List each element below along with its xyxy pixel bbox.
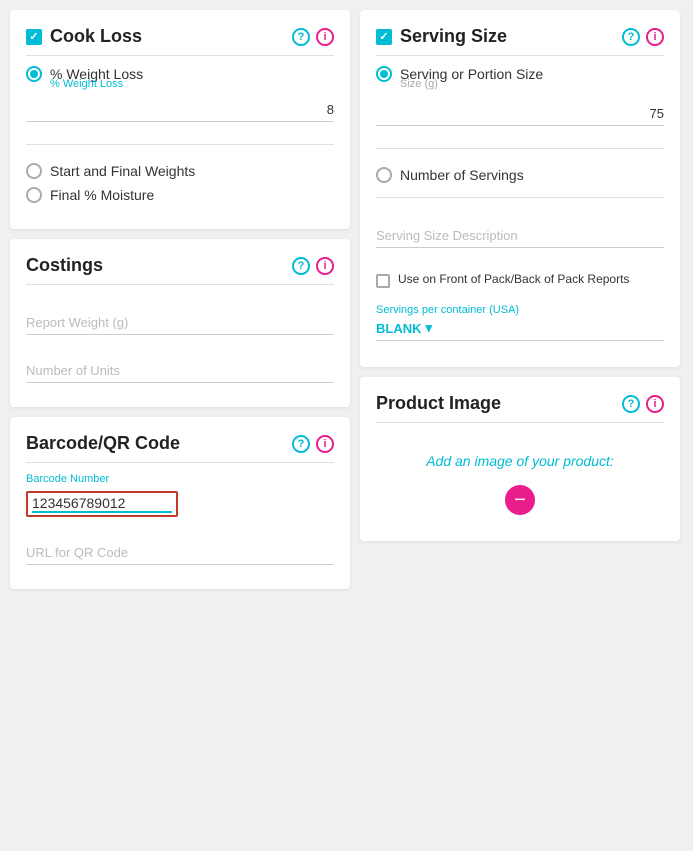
product-image-card: Product Image ? i Add an image of your p… [360,377,680,541]
cook-loss-help-icon[interactable]: ? [292,28,310,46]
barcode-number-label: Barcode Number [26,473,334,485]
product-image-add-text: Add an image of your product: [426,453,614,469]
radio-start-final-label: Start and Final Weights [50,163,195,179]
radio-start-final-outer [26,163,42,179]
radio-serving-portion-inner [380,70,388,78]
costings-title: Costings [26,255,103,276]
radio-start-final[interactable]: Start and Final Weights [26,163,334,179]
barcode-help-icon[interactable]: ? [292,435,310,453]
servings-container-label: Servings per container (USA) [376,304,664,316]
serving-size-icons: ? i [622,28,664,46]
serving-size-info-icon[interactable]: i [646,28,664,46]
serving-size-checkbox[interactable] [376,29,392,45]
chevron-down-icon: ▾ [426,320,433,336]
product-image-header: Product Image ? i [376,393,664,423]
radio-final-moisture[interactable]: Final % Moisture [26,187,334,203]
weight-loss-input[interactable] [26,98,334,122]
serving-size-header: Serving Size ? i [376,26,664,56]
radio-num-servings-outer [376,167,392,183]
front-of-pack-checkbox[interactable] [376,274,390,288]
serving-size-card: Serving Size ? i Serving or Portion Size… [360,10,680,367]
dropdown-underline [376,338,664,341]
front-of-pack-row: Use on Front of Pack/Back of Pack Report… [376,272,664,288]
radio-weight-loss-inner [30,70,38,78]
barcode-number-input[interactable] [32,495,172,513]
radio-num-servings-label: Number of Servings [400,167,524,183]
report-weight-input[interactable] [26,311,334,335]
radio-item-weight-loss: % Weight Loss % Weight Loss [26,66,334,130]
radio-final-moisture-outer [26,187,42,203]
serving-size-title: Serving Size [376,26,507,47]
radio-serving-portion-outer [376,66,392,82]
radio-item-serving-portion: Serving or Portion Size Size (g) [376,66,664,134]
cook-loss-options: % Weight Loss % Weight Loss Start and Fi… [26,66,334,203]
product-image-icons: ? i [622,395,664,413]
radio-weight-loss-sublabel: % Weight Loss [50,78,334,90]
url-qr-input[interactable] [26,541,334,565]
servings-container-section: Servings per container (USA) BLANK ▾ [376,304,664,341]
serving-size-input[interactable] [376,102,664,126]
cook-loss-checkbox[interactable] [26,29,42,45]
cook-loss-title: Cook Loss [26,26,142,47]
radio-num-servings[interactable]: Number of Servings [376,167,664,183]
serving-size-options: Serving or Portion Size Size (g) Number … [376,66,664,341]
barcode-input-wrapper [26,491,178,517]
costings-help-icon[interactable]: ? [292,257,310,275]
product-image-info-icon[interactable]: i [646,395,664,413]
barcode-title: Barcode/QR Code [26,433,180,454]
costings-icons: ? i [292,257,334,275]
costings-card: Costings ? i [10,239,350,407]
barcode-icons: ? i [292,435,334,453]
cook-loss-info-icon[interactable]: i [316,28,334,46]
radio-final-moisture-label: Final % Moisture [50,187,154,203]
product-image-title: Product Image [376,393,501,414]
product-image-emphasis: an image of your product [455,453,610,469]
cook-loss-icons: ? i [292,28,334,46]
costings-header: Costings ? i [26,255,334,285]
blank-dropdown[interactable]: BLANK ▾ [376,320,432,336]
product-image-help-icon[interactable]: ? [622,395,640,413]
product-image-area: Add an image of your product: [376,433,664,525]
serving-size-help-icon[interactable]: ? [622,28,640,46]
blank-dropdown-row: BLANK ▾ [376,320,664,336]
barcode-info-icon[interactable]: i [316,435,334,453]
number-of-units-input[interactable] [26,359,334,383]
remove-image-button[interactable] [505,485,535,515]
cook-loss-header: Cook Loss ? i [26,26,334,56]
front-of-pack-label: Use on Front of Pack/Back of Pack Report… [398,272,629,286]
barcode-number-section: Barcode Number [26,473,334,521]
barcode-card: Barcode/QR Code ? i Barcode Number [10,417,350,589]
barcode-header: Barcode/QR Code ? i [26,433,334,463]
cook-loss-card: Cook Loss ? i % Weight Loss % Weight Los… [10,10,350,229]
blank-label: BLANK [376,321,422,336]
radio-weight-loss-outer [26,66,42,82]
costings-info-icon[interactable]: i [316,257,334,275]
serving-desc-input[interactable] [376,224,664,248]
